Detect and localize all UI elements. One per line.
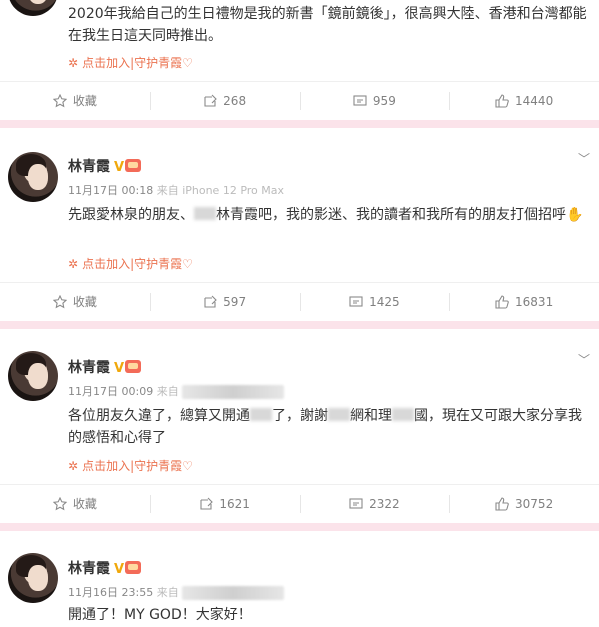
post-source: 来自 <box>156 385 179 398</box>
chevron-down-icon[interactable]: ﹀ <box>577 150 591 166</box>
avatar[interactable] <box>8 0 58 16</box>
post-source: 来自 <box>156 586 179 599</box>
verified-icon: V <box>114 361 125 376</box>
repost-icon <box>203 94 217 108</box>
thumbs-up-icon <box>495 93 509 108</box>
like-button[interactable]: 14440 <box>449 82 599 119</box>
user-name[interactable]: 林青霞 V <box>68 359 142 378</box>
post-time[interactable]: 11月17日 00:09 <box>68 385 153 398</box>
collect-button[interactable]: 收藏 <box>0 283 150 320</box>
comment-icon <box>353 94 367 108</box>
verified-icon: V <box>114 562 125 577</box>
post-meta: 11月17日 00:18 来自 iPhone 12 Pro Max <box>68 184 284 198</box>
separator <box>0 120 599 128</box>
avatar[interactable] <box>8 553 58 603</box>
star-icon <box>52 496 67 511</box>
chevron-down-icon[interactable]: ﹀ <box>577 351 591 367</box>
post-text: 開通了！MY GOD！大家好！ <box>68 607 252 623</box>
flower-icon: ✲ <box>68 257 79 271</box>
user-name[interactable]: 林青霞 V <box>68 158 142 177</box>
action-bar: 收藏 597 1425 16831 <box>0 282 599 320</box>
repost-icon <box>199 497 214 511</box>
comment-icon <box>349 295 363 309</box>
repost-button[interactable]: 597 <box>149 283 300 320</box>
comment-button[interactable]: 2322 <box>299 485 450 522</box>
post-meta: 11月17日 00:09 来自 iPhone 12 Pro Max <box>68 385 285 399</box>
blurred-text <box>194 207 216 220</box>
post-card: 林青霞 V ﹀ 11月17日 00:18 来自 iPhone 12 Pro Max… <box>0 128 599 321</box>
avatar[interactable] <box>8 351 58 401</box>
blurred-text <box>328 408 350 421</box>
post-time[interactable]: 11月17日 00:18 <box>68 184 153 197</box>
member-badge-icon <box>125 159 142 172</box>
user-name[interactable]: 林青霞 V <box>68 560 142 579</box>
post-text: 2020年我給自己的生日禮物是我的新書「鏡前鏡後」，很高興大陸、香港和台灣都能在… <box>68 6 587 44</box>
collect-button[interactable]: 收藏 <box>0 82 150 119</box>
flower-icon: ✲ <box>68 56 79 70</box>
post-card: 林青霞V ﹀ 11月17日 00:09 来自 iPhone 12 Pro Max… <box>0 329 599 523</box>
blurred-text <box>250 408 272 421</box>
blurred-text: iPhone 12 Pro Max <box>182 385 285 399</box>
member-badge-icon <box>125 360 142 373</box>
action-bar: 收藏 1621 2322 30752 <box>0 484 599 522</box>
like-button[interactable]: 16831 <box>449 283 599 320</box>
repost-icon <box>203 295 217 309</box>
repost-button[interactable]: 1621 <box>149 485 300 522</box>
comment-button[interactable]: 959 <box>299 82 450 119</box>
star-icon <box>52 93 67 108</box>
collect-button[interactable]: 收藏 <box>0 485 150 522</box>
guard-link[interactable]: ✲ 点击加入|守护青霞♡ <box>68 459 193 473</box>
action-bar: 收藏 268 959 14440 <box>0 81 599 119</box>
comment-button[interactable]: 1425 <box>299 283 450 320</box>
blurred-text: iPhone 12 Pro Max <box>182 586 285 600</box>
avatar[interactable] <box>8 152 58 202</box>
blurred-text <box>392 408 414 421</box>
post-time[interactable]: 11月16日 23:55 <box>68 586 153 599</box>
like-button[interactable]: 30752 <box>449 485 599 522</box>
verified-icon: V <box>114 160 125 175</box>
member-badge-icon <box>125 561 142 574</box>
post-text: 各位朋友久違了，總算又開通 了，謝謝 網和理 國，現在又可跟大家分享我的感悟和心得了 <box>68 408 582 446</box>
star-icon <box>52 294 67 309</box>
post-meta: 11月16日 23:55 来自 iPhone 12 Pro Max <box>68 586 285 600</box>
post-card: 林青霞V 11月16日 23:55 来自 iPhone 12 Pro Max 開… <box>0 531 599 627</box>
thumbs-up-icon <box>495 294 509 309</box>
guard-link[interactable]: ✲ 点击加入|守护青霞♡ <box>68 56 193 70</box>
comment-icon <box>349 497 363 511</box>
wave-hand-icon: ✋ <box>566 207 584 223</box>
post-text: 先跟愛林泉的朋友、 林青霞吧，我的影迷、我的讀者和我所有的朋友打個招呼✋ <box>68 204 588 226</box>
flower-icon: ✲ <box>68 459 79 473</box>
thumbs-up-icon <box>495 496 509 511</box>
guard-link[interactable]: ✲ 点击加入|守护青霞♡ <box>68 257 193 271</box>
separator <box>0 321 599 329</box>
repost-button[interactable]: 268 <box>149 82 300 119</box>
post-source: 来自 iPhone 12 Pro Max <box>156 184 285 197</box>
post-card: 2020年我給自己的生日禮物是我的新書「鏡前鏡後」，很高興大陸、香港和台灣都能在… <box>0 0 599 120</box>
separator <box>0 523 599 531</box>
